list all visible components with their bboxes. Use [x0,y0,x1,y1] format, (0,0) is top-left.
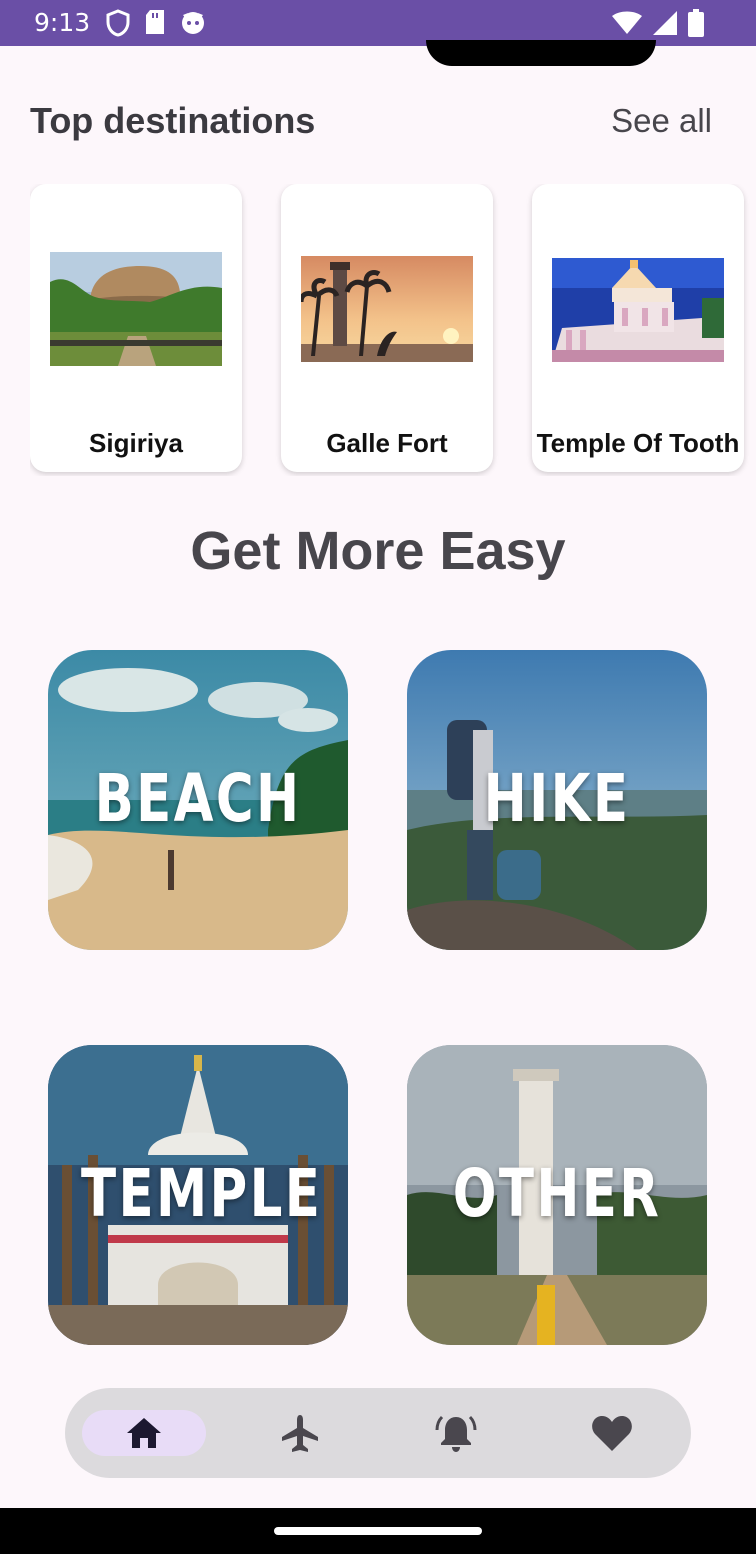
section-title-top-destinations: Top destinations [30,100,316,141]
nav-item-favorites[interactable] [550,1410,674,1456]
sd-card-icon [146,10,164,34]
cat-face-icon [182,12,204,34]
nav-item-home[interactable] [82,1410,206,1456]
see-all-link[interactable]: See all [611,102,712,140]
destination-name: Galle Fort [326,428,448,458]
home-gesture-handle[interactable] [274,1527,482,1535]
nav-item-notifications[interactable] [394,1410,518,1456]
category-tile-temple[interactable]: TEMPLE [48,1045,348,1345]
signal-icon [653,11,677,35]
shield-icon [106,9,130,37]
sigiriya-image [50,252,222,366]
section-title-get-more-easy: Get More Easy [190,521,566,581]
category-label: OTHER [452,1155,662,1232]
airplane-icon [282,1415,318,1452]
bell-icon [435,1415,477,1452]
battery-icon [688,9,704,37]
destination-name: Sigiriya [89,428,183,458]
destination-card-galle-fort[interactable]: Galle Fort [281,184,493,472]
camera-notch [426,40,656,66]
category-tile-other[interactable]: OTHER [407,1045,707,1345]
home-icon [127,1418,161,1448]
bottom-navigation-bar [65,1388,691,1478]
destinations-carousel[interactable]: Sigiriya Galle Fort Temple Of Tooth [30,184,756,476]
status-icons-left [106,9,206,37]
temple-of-tooth-image [552,258,724,362]
wifi-icon [612,11,642,34]
galle-fort-image [301,256,473,362]
category-label: HIKE [483,760,631,837]
category-tile-beach[interactable]: BEACH [48,650,348,950]
destination-card-sigiriya[interactable]: Sigiriya [30,184,242,472]
destination-name: Temple Of Tooth [536,428,740,458]
category-label: TEMPLE [81,1155,323,1232]
status-icons-right [612,9,704,37]
destination-card-temple-of-tooth[interactable]: Temple Of Tooth [532,184,744,472]
nav-item-flights[interactable] [238,1410,362,1456]
category-label: BEACH [94,760,302,837]
status-time: 9:13 [34,8,91,37]
heart-icon [592,1416,632,1451]
category-tile-hike[interactable]: HIKE [407,650,707,950]
